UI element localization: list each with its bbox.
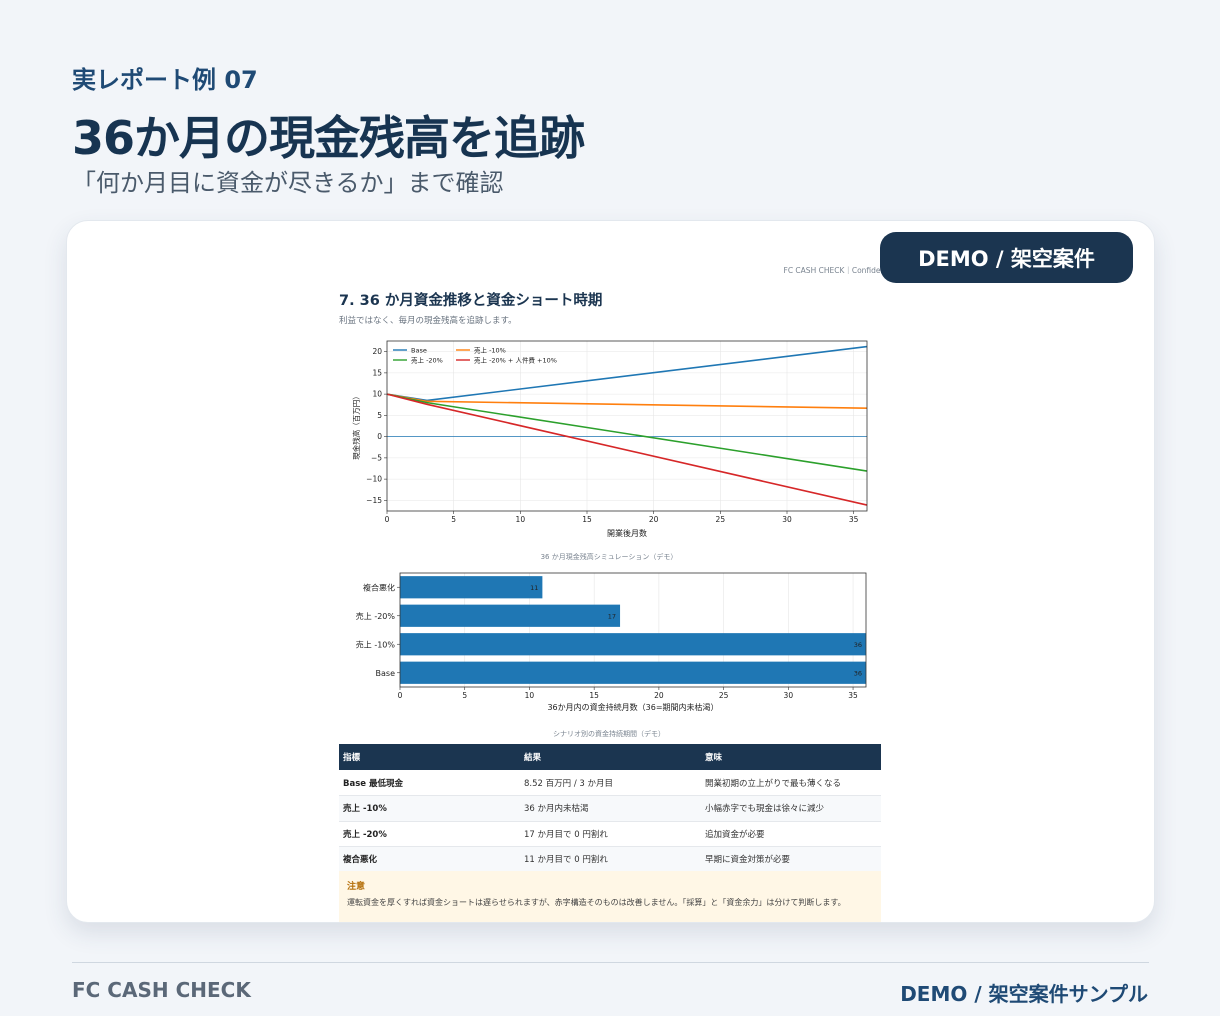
page-subtitle: 「何か月目に資金が尽きるか」まで確認 (72, 169, 504, 197)
bar-data-label: 11 (530, 584, 538, 592)
bar-chart-caption: シナリオ別の資金持続期間（デモ） (553, 730, 665, 738)
y-axis-label: 現金残高（百万円） (351, 392, 361, 460)
caution-note-text: 運転資金を厚くすれば資金ショートは遅らせられますが、赤字構造そのものは改善しませ… (347, 898, 846, 907)
y-tick-label: −15 (366, 496, 382, 505)
bar (400, 604, 621, 627)
plot-frame (386, 340, 868, 512)
table-cell-metric: Base 最低現金 (339, 770, 520, 796)
table-header-row: 指標 結果 意味 (339, 744, 881, 770)
category-label: 売上 -20% (356, 611, 396, 621)
x-axis-label: 開業後月数 (607, 528, 647, 538)
page-title: 36か月の現金残高を追跡 (72, 111, 585, 165)
x-tick-label: 20 (649, 515, 659, 524)
x-tick-label: 10 (516, 515, 526, 524)
category-label: Base (376, 669, 396, 678)
y-tick-label: 15 (372, 368, 382, 377)
page-eyebrow: 実レポート例 07 (72, 66, 258, 94)
bar-data-label: 36 (854, 669, 862, 677)
y-tick-label: −10 (366, 475, 382, 484)
table-cell-metric: 複合悪化 (339, 846, 520, 873)
x-tick-label: 15 (589, 691, 599, 700)
report-preview-card: FC CASH CHECK｜Confidential 7. 36 か月資金推移と… (66, 220, 1155, 923)
legend-label: 売上 -20% + 人件費 +10% (474, 356, 557, 365)
table-cell-result: 17 か月目で 0 円割れ (520, 821, 701, 847)
table-row: Base 最低現金 8.52 百万円 / 3 か月目 開業初期の立上がりで最も薄… (339, 770, 881, 796)
legend-label: 売上 -20% (411, 356, 443, 365)
y-tick-label: 5 (377, 411, 382, 420)
caution-note-title: 注意 (347, 882, 366, 892)
legend-label: 売上 -10% (474, 346, 506, 355)
report-page: FC CASH CHECK｜Confidential 7. 36 か月資金推移と… (339, 221, 897, 922)
bar-data-label: 17 (608, 612, 616, 620)
x-tick-label: 0 (398, 691, 403, 700)
table-cell-meaning: 小幅赤字でも現金は徐々に減少 (701, 795, 881, 822)
x-tick-label: 15 (582, 515, 592, 524)
table-cell-result: 36 か月内未枯渇 (520, 795, 701, 822)
table-row: 売上 -10% 36 か月内未枯渇 小幅赤字でも現金は徐々に減少 (339, 795, 881, 822)
x-tick-label: 10 (525, 691, 535, 700)
metrics-table: 指標 結果 意味 Base 最低現金 8.52 百万円 / 3 か月目 開業初期… (339, 744, 881, 873)
x-tick-label: 25 (719, 691, 729, 700)
footer-demo-label: DEMO / 架空案件サンプル (900, 982, 1148, 1006)
y-tick-label: 0 (377, 432, 382, 441)
table-cell-meaning: 早期に資金対策が必要 (701, 846, 881, 873)
series-line (386, 345, 868, 402)
section-title: 7. 36 か月資金推移と資金ショート時期 (339, 293, 603, 309)
series-line (386, 393, 868, 472)
y-tick-label: −5 (371, 453, 382, 462)
category-label: 売上 -10% (356, 639, 396, 649)
x-tick-label: 35 (849, 515, 859, 524)
table-cell-metric: 売上 -10% (339, 795, 520, 822)
bar (400, 576, 543, 599)
x-tick-label: 5 (462, 691, 467, 700)
footer-brand: FC CASH CHECK (72, 978, 251, 1002)
series-line (386, 393, 868, 506)
table-cell-result: 11 か月目で 0 円割れ (520, 846, 701, 873)
table-cell-meaning: 開業初期の立上がりで最も薄くなる (701, 770, 881, 796)
section-description: 利益ではなく、毎月の現金残高を追跡します。 (339, 316, 517, 326)
table-cell-metric: 売上 -20% (339, 821, 520, 847)
category-label: 複合悪化 (363, 582, 395, 592)
x-tick-label: 25 (716, 515, 726, 524)
bar (400, 633, 866, 656)
y-tick-label: 20 (372, 347, 382, 356)
table-row: 複合悪化 11 か月目で 0 円割れ 早期に資金対策が必要 (339, 846, 881, 873)
x-tick-label: 30 (784, 691, 794, 700)
legend-label: Base (411, 347, 427, 355)
bar-data-label: 36 (854, 641, 862, 649)
x-tick-label: 0 (385, 515, 390, 524)
caution-note: 注意 運転資金を厚くすれば資金ショートは遅らせられますが、赤字構造そのものは改善… (339, 871, 881, 922)
footer-divider (72, 962, 1149, 963)
table-cell-meaning: 追加資金が必要 (701, 821, 881, 847)
table-row: 売上 -20% 17 か月目で 0 円割れ 追加資金が必要 (339, 821, 881, 847)
line-chart-caption: 36 か月現金残高シミュレーション（デモ） (540, 553, 678, 561)
x-tick-label: 5 (451, 515, 456, 524)
demo-badge: DEMO / 架空案件 (880, 232, 1133, 283)
cash-balance-line-chart: 0 5 10 15 20 25 30 35 20 15 10 5 0 −5 −10 −15 開業後月数 現金残高（… (351, 340, 868, 538)
x-tick-label: 20 (654, 691, 664, 700)
table-header-metric: 指標 (339, 744, 520, 770)
table-header-meaning: 意味 (701, 744, 881, 770)
scenario-duration-bar-chart: 0 5 10 15 20 25 30 35 11 複合悪化 17 売上 -20% 36 売上 -10% 36… (356, 572, 867, 712)
x-tick-label: 30 (782, 515, 792, 524)
table-header-result: 結果 (520, 744, 701, 770)
bar (400, 661, 866, 684)
table-cell-result: 8.52 百万円 / 3 か月目 (520, 770, 701, 796)
x-axis-label: 36か月内の資金持続月数（36=期間内未枯渇） (547, 702, 718, 712)
y-tick-label: 10 (372, 390, 382, 399)
x-tick-label: 35 (848, 691, 858, 700)
